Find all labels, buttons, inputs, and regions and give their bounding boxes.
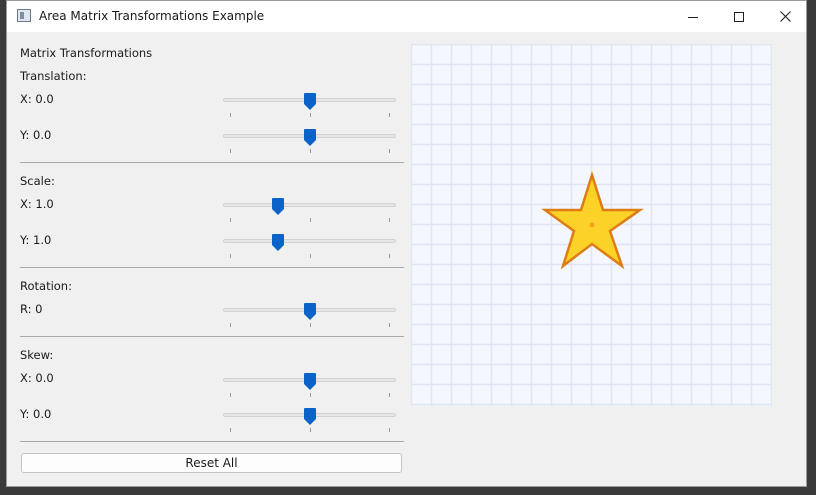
slider-tick: [309, 254, 311, 258]
minimize-icon: [688, 16, 698, 18]
window-title: Area Matrix Transformations Example: [39, 9, 265, 23]
scale-x-slider[interactable]: [223, 194, 396, 222]
minimize-button[interactable]: [670, 1, 716, 32]
translation-x-label: X: 0.0: [20, 92, 54, 106]
translation-y-label: Y: 0.0: [20, 128, 52, 142]
rotation-slider[interactable]: [223, 299, 396, 327]
title-bar: Area Matrix Transformations Example: [7, 1, 806, 32]
canvas-drawing: [410, 43, 773, 406]
slider-tick: [229, 428, 231, 432]
separator: [20, 441, 404, 442]
slider-groove: [223, 203, 396, 207]
slider-tick: [389, 149, 391, 153]
skew-label: Skew:: [20, 348, 54, 362]
skew-y-slider[interactable]: [223, 404, 396, 432]
translation-x-slider[interactable]: [223, 89, 396, 117]
slider-tick: [229, 323, 231, 327]
transform-canvas[interactable]: [410, 43, 773, 406]
slider-handle[interactable]: [303, 408, 316, 425]
app-icon: [17, 9, 31, 22]
translation-y-slider[interactable]: [223, 125, 396, 153]
slider-handle[interactable]: [303, 373, 316, 390]
separator: [20, 336, 404, 337]
slider-handle[interactable]: [303, 303, 316, 320]
slider-tick: [389, 393, 391, 397]
app-window: Area Matrix Transformations Example Matr…: [6, 0, 807, 487]
scale-x-label: X: 1.0: [20, 197, 54, 211]
star-shape[interactable]: [541, 170, 644, 270]
slider-tick: [309, 323, 311, 327]
maximize-icon: [734, 11, 744, 22]
controls-panel: Matrix Transformations Translation: X: 0…: [7, 32, 411, 488]
slider-tick: [389, 428, 391, 432]
rotation-r-label: R: 0: [20, 302, 43, 316]
scale-label: Scale:: [20, 174, 55, 188]
scale-y-slider[interactable]: [223, 230, 396, 258]
slider-tick: [229, 218, 231, 222]
slider-handle[interactable]: [272, 234, 285, 251]
separator: [20, 267, 404, 268]
skew-x-slider[interactable]: [223, 369, 396, 397]
separator: [20, 162, 404, 163]
slider-tick: [309, 393, 311, 397]
slider-tick: [309, 113, 311, 117]
slider-tick: [309, 218, 311, 222]
slider-tick: [229, 254, 231, 258]
slider-tick: [309, 149, 311, 153]
slider-tick: [389, 254, 391, 258]
skew-x-label: X: 0.0: [20, 371, 54, 385]
slider-tick: [389, 113, 391, 117]
star-center-dot: [589, 222, 595, 228]
slider-tick: [309, 428, 311, 432]
slider-handle[interactable]: [303, 93, 316, 110]
close-button[interactable]: [762, 1, 808, 32]
reset-all-button[interactable]: Reset All: [21, 453, 402, 473]
panel-heading: Matrix Transformations: [20, 46, 153, 60]
slider-handle[interactable]: [303, 129, 316, 146]
slider-groove: [223, 239, 396, 243]
slider-tick: [389, 218, 391, 222]
slider-tick: [229, 393, 231, 397]
slider-tick: [389, 323, 391, 327]
slider-tick: [229, 113, 231, 117]
slider-tick: [229, 149, 231, 153]
maximize-button[interactable]: [716, 1, 762, 32]
close-icon: [779, 11, 791, 22]
scale-y-label: Y: 1.0: [20, 233, 52, 247]
translation-label: Translation:: [20, 69, 87, 83]
rotation-label: Rotation:: [20, 279, 72, 293]
skew-y-label: Y: 0.0: [20, 407, 52, 421]
slider-handle[interactable]: [272, 198, 285, 215]
